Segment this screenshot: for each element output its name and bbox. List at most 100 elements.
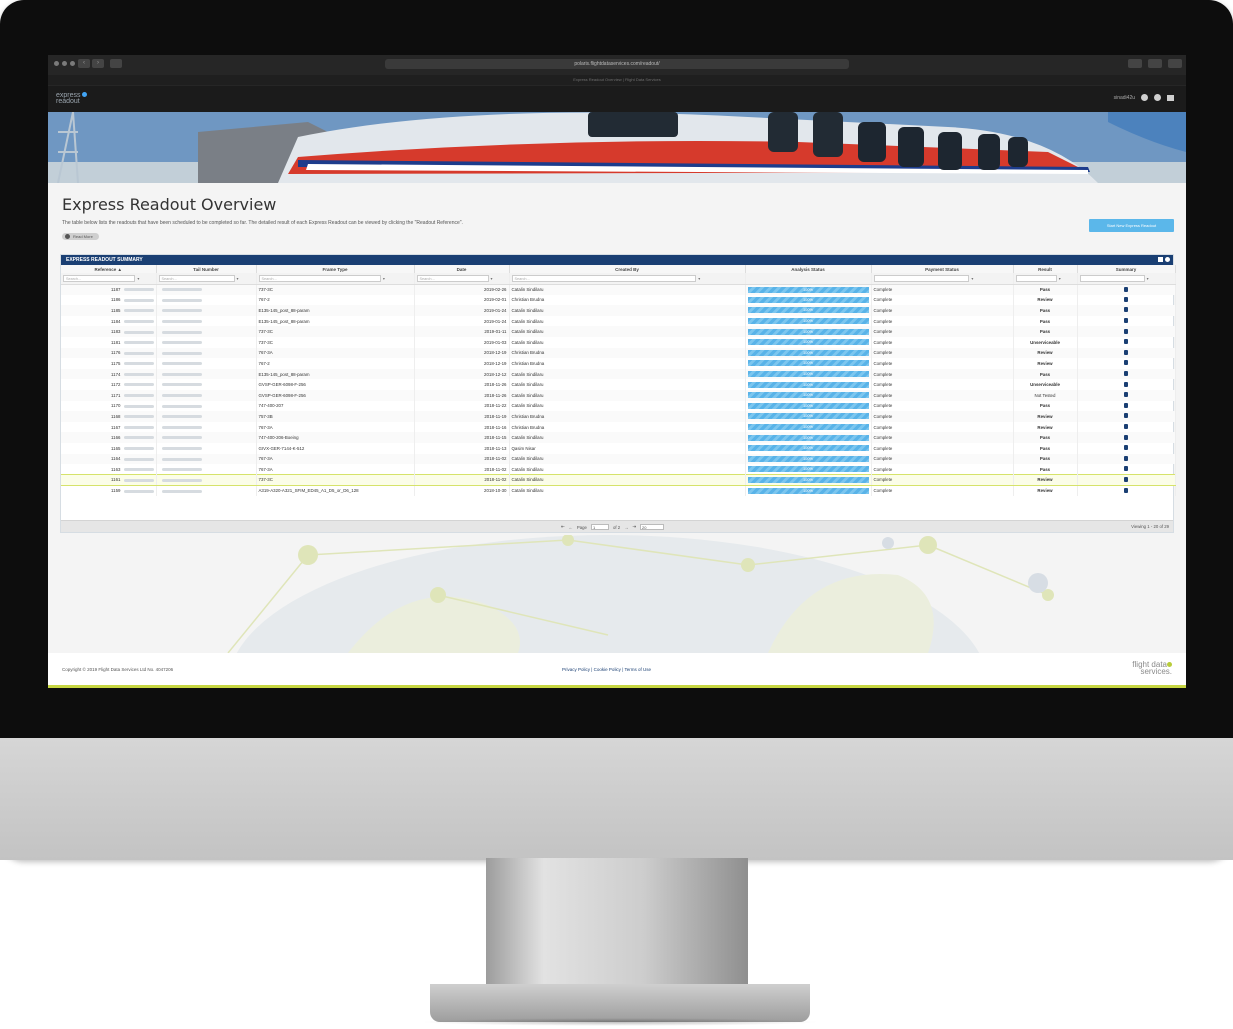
reference-link[interactable]: 1176 <box>111 350 120 355</box>
columns-icon[interactable] <box>1158 257 1163 262</box>
filter-select[interactable] <box>1015 274 1057 282</box>
reference-cell[interactable]: 1171 <box>61 389 157 401</box>
reference-link[interactable]: 1163 <box>111 467 120 472</box>
reference-link[interactable]: 1187 <box>111 287 120 292</box>
summary-cell[interactable] <box>1077 411 1176 422</box>
reference-link[interactable]: 1168 <box>111 414 120 419</box>
summary-cell[interactable] <box>1077 389 1176 401</box>
start-new-readout-button[interactable]: Start New Express Readout <box>1089 219 1174 232</box>
app-logo[interactable]: express readout <box>56 92 87 105</box>
share-icon[interactable] <box>1148 59 1162 68</box>
zoom-dot[interactable] <box>70 61 75 66</box>
reference-link[interactable]: 1181 <box>111 340 120 345</box>
reference-link[interactable]: 1175 <box>111 361 120 366</box>
document-icon[interactable] <box>1124 424 1128 430</box>
reference-cell[interactable]: 1174 <box>61 368 157 380</box>
tabs-icon[interactable] <box>1168 59 1182 68</box>
read-more-button[interactable]: Read More <box>62 233 99 240</box>
download-icon[interactable] <box>1128 59 1142 68</box>
column-header[interactable]: Tail Number <box>156 265 257 273</box>
reference-link[interactable]: 1171 <box>111 393 120 398</box>
reference-cell[interactable]: 1163 <box>61 464 157 475</box>
reference-cell[interactable]: 1176 <box>61 347 157 359</box>
reference-link[interactable]: 1164 <box>111 456 120 461</box>
reference-cell[interactable]: 1175 <box>61 358 157 369</box>
reference-cell[interactable]: 1161 <box>61 474 157 486</box>
rows-per-page-select[interactable]: 20 <box>640 524 665 530</box>
help-icon[interactable] <box>1141 94 1148 101</box>
reference-cell[interactable]: 1165 <box>61 442 157 454</box>
back-button[interactable]: ‹ <box>78 59 90 68</box>
table-row[interactable]: 1164 767-3A 2018-11-02 Catalin Sindilaru 100… <box>61 453 1176 465</box>
summary-cell[interactable] <box>1077 485 1176 496</box>
user-menu[interactable]: sinadi42u <box>1114 94 1174 101</box>
forward-button[interactable]: › <box>92 59 104 68</box>
reference-cell[interactable]: 1181 <box>61 336 157 348</box>
reference-link[interactable]: 1186 <box>111 297 120 302</box>
document-icon[interactable] <box>1124 381 1128 387</box>
document-icon[interactable] <box>1124 296 1128 302</box>
filter-select[interactable] <box>1079 274 1145 282</box>
document-icon[interactable] <box>1124 476 1128 482</box>
document-icon[interactable] <box>1124 402 1128 408</box>
document-icon[interactable] <box>1124 392 1128 398</box>
reference-cell[interactable]: 1167 <box>61 421 157 433</box>
summary-cell[interactable] <box>1077 326 1176 337</box>
column-header[interactable]: Payment Status <box>871 265 1014 273</box>
filter-operator-icon[interactable]: ▾ <box>137 276 139 281</box>
summary-cell[interactable] <box>1077 284 1176 295</box>
window-controls[interactable] <box>54 61 75 66</box>
column-header[interactable]: Analysis Status <box>745 265 872 273</box>
table-row[interactable]: 1175 767-2 2018-12-19 Christian Brudna 100% C… <box>61 358 1176 369</box>
summary-cell[interactable] <box>1077 442 1176 454</box>
search-input[interactable]: Search... <box>158 274 235 282</box>
filter-operator-icon[interactable]: ▾ <box>383 276 385 281</box>
document-icon[interactable] <box>1124 434 1128 440</box>
table-row[interactable]: 1166 747-400-206-Boeing 2018-11-15 Catalin … <box>61 432 1176 443</box>
reference-link[interactable]: 1184 <box>111 319 120 324</box>
document-icon[interactable] <box>1124 339 1128 345</box>
last-page-icon[interactable]: ⇥ <box>632 524 636 530</box>
minimize-dot[interactable] <box>62 61 67 66</box>
column-header[interactable]: Frame Type <box>256 265 415 273</box>
search-input[interactable]: Search... <box>511 274 697 282</box>
document-icon[interactable] <box>1124 360 1128 366</box>
filter-operator-icon[interactable]: ▾ <box>237 276 239 281</box>
username[interactable]: sinadi42u <box>1114 95 1135 101</box>
reference-link[interactable]: 1185 <box>111 308 120 313</box>
reference-link[interactable]: 1174 <box>111 372 120 377</box>
table-row[interactable]: 1176 767-3A 2018-12-19 Christian Brudna 100%… <box>61 347 1176 359</box>
reference-cell[interactable]: 1172 <box>61 379 157 390</box>
reference-cell[interactable]: 1183 <box>61 326 157 337</box>
document-icon[interactable] <box>1124 445 1128 451</box>
document-icon[interactable] <box>1124 466 1128 472</box>
search-input[interactable]: Search... <box>258 274 381 282</box>
reference-cell[interactable]: 1166 <box>61 432 157 443</box>
summary-cell[interactable] <box>1077 464 1176 475</box>
next-page-icon[interactable]: → <box>624 525 628 530</box>
reference-cell[interactable]: 1184 <box>61 315 157 327</box>
column-header[interactable]: Date <box>414 265 510 273</box>
summary-cell[interactable] <box>1077 368 1176 380</box>
reference-cell[interactable]: 1185 <box>61 305 157 316</box>
table-row[interactable]: 1159 A319-A320-A321_SFIM_ED45_A1_D5_or_D6… <box>61 485 1176 496</box>
reference-cell[interactable]: 1170 <box>61 400 157 412</box>
page-input[interactable]: 1 <box>590 524 609 530</box>
filter-operator-icon[interactable]: ▾ <box>1059 276 1061 281</box>
column-header[interactable]: Created By <box>509 265 746 273</box>
document-icon[interactable] <box>1124 413 1128 419</box>
table-row[interactable]: 1183 737-3C 2019-01-11 Catalin Sindilaru 100… <box>61 326 1176 337</box>
table-row[interactable]: 1168 757-3B 2018-11-19 Christian Brudna 100%… <box>61 411 1176 422</box>
table-row[interactable]: 1185 E135-145_post_88-param 2019-01-24 Cata… <box>61 305 1176 316</box>
reference-link[interactable]: 1161 <box>111 477 120 482</box>
document-icon[interactable] <box>1124 328 1128 334</box>
logout-icon[interactable] <box>1154 94 1161 101</box>
reference-link[interactable]: 1159 <box>111 488 120 493</box>
settings-icon[interactable] <box>1165 257 1170 262</box>
prev-page-icon[interactable]: ← <box>569 525 573 530</box>
summary-cell[interactable] <box>1077 453 1176 465</box>
table-row[interactable]: 1181 737-3C 2019-01-03 Catalin Sindilaru 100… <box>61 336 1176 348</box>
summary-cell[interactable] <box>1077 432 1176 443</box>
search-input[interactable]: Search... <box>63 274 136 282</box>
table-row[interactable]: 1184 E135-145_post_88-param 2019-01-24 Cata… <box>61 315 1176 327</box>
